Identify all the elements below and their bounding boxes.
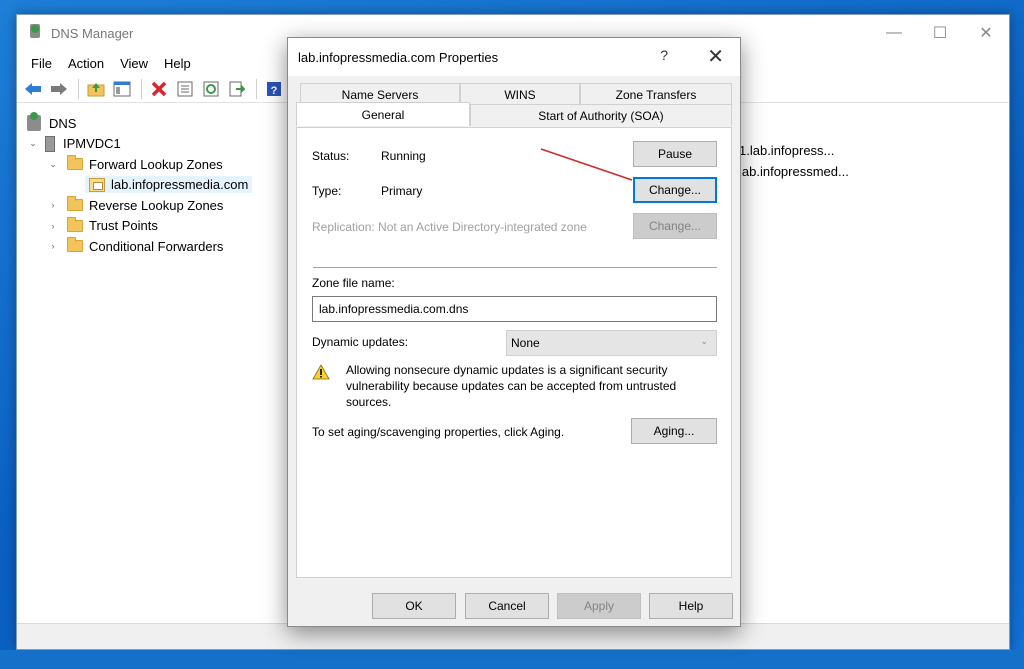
desktop-bottom-strip: [0, 650, 1024, 669]
dialog-title: lab.infopressmedia.com Properties: [298, 49, 499, 65]
tree-item-dns[interactable]: DNS: [17, 112, 287, 134]
zone-file-label: Zone file name:: [312, 276, 395, 290]
general-tab-panel: Status: Running Pause Type: Primary Chan…: [296, 127, 732, 578]
export-list-icon[interactable]: [225, 78, 249, 100]
record-row-1[interactable]: 1.lab.infopress...: [739, 143, 834, 158]
tree-item-forward-lookup-zones[interactable]: ⌄ Forward Lookup Zones: [17, 154, 287, 175]
delete-icon[interactable]: [147, 78, 171, 100]
chevron-down-icon[interactable]: ⌄: [47, 159, 59, 170]
dns-icon: [27, 112, 41, 132]
warning-text: Allowing nonsecure dynamic updates is a …: [346, 363, 677, 409]
dialog-close-icon[interactable]: ✕: [707, 44, 724, 69]
chevron-right-icon[interactable]: ›: [47, 221, 59, 231]
chevron-right-icon[interactable]: ›: [47, 241, 59, 251]
toolbar-separator: [256, 78, 257, 99]
properties-icon[interactable]: [173, 78, 197, 100]
type-label: Type:: [312, 184, 342, 198]
chevron-down-icon[interactable]: ⌄: [27, 138, 39, 149]
replication-change-button[interactable]: Change...: [633, 213, 717, 239]
console-tree: DNS ⌄ IPMVDC1 ⌄ Forward Lookup Zones lab…: [17, 107, 287, 619]
menu-view[interactable]: View: [112, 56, 156, 71]
folder-icon: [67, 196, 83, 212]
tree-label: Reverse Lookup Zones: [89, 197, 224, 213]
dns-manager-app-icon: [27, 24, 43, 42]
forward-arrow-icon[interactable]: [47, 78, 71, 100]
record-row-2[interactable]: lab.infopressmed...: [739, 164, 849, 179]
folder-icon: [67, 155, 83, 171]
apply-button[interactable]: Apply: [557, 593, 641, 619]
tab-soa[interactable]: Start of Authority (SOA): [470, 104, 732, 126]
folder-icon: [67, 216, 83, 232]
cancel-button[interactable]: Cancel: [465, 593, 549, 619]
help-question-icon[interactable]: ?: [660, 47, 668, 63]
help-button[interactable]: Help: [649, 593, 733, 619]
selected-zone[interactable]: lab.infopressmedia.com: [85, 176, 253, 194]
zone-properties-dialog: lab.infopressmedia.com Properties ? ✕ Na…: [287, 37, 741, 627]
aging-text: To set aging/scavenging properties, clic…: [312, 425, 565, 439]
refresh-icon[interactable]: [199, 78, 223, 100]
warning-icon: [312, 364, 330, 380]
minimize-button[interactable]: —: [871, 15, 917, 51]
up-folder-icon[interactable]: [84, 78, 108, 100]
tab-general[interactable]: General: [296, 102, 470, 126]
tree-item-reverse-lookup-zones[interactable]: › Reverse Lookup Zones: [17, 195, 287, 216]
maximize-button[interactable]: ☐: [917, 15, 963, 51]
dialog-title-bar[interactable]: lab.infopressmedia.com Properties ? ✕: [288, 38, 740, 76]
zone-file-input[interactable]: lab.infopressmedia.com.dns: [312, 296, 717, 322]
tree-label: Conditional Forwarders: [89, 238, 224, 254]
tree-item-conditional-forwarders[interactable]: › Conditional Forwarders: [17, 236, 287, 257]
tree-label: IPMVDC1: [63, 136, 121, 152]
tab-zone-transfers[interactable]: Zone Transfers: [580, 83, 732, 105]
tree-item-trust-points[interactable]: › Trust Points: [17, 216, 287, 237]
chevron-right-icon[interactable]: ›: [47, 200, 59, 210]
tree-label: lab.infopressmedia.com: [111, 177, 249, 193]
window-title: DNS Manager: [51, 25, 134, 41]
tree-item-server[interactable]: ⌄ IPMVDC1: [17, 134, 287, 155]
dynamic-updates-select[interactable]: None ⌄: [506, 330, 717, 356]
toolbar-separator: [78, 78, 79, 99]
back-arrow-icon[interactable]: [21, 78, 45, 100]
aging-button[interactable]: Aging...: [631, 418, 717, 444]
dynamic-updates-value: None: [511, 336, 540, 350]
status-value: Running: [381, 149, 426, 163]
show-hide-tree-icon[interactable]: [110, 78, 134, 100]
chevron-down-icon: ⌄: [700, 336, 708, 346]
tree-label: Forward Lookup Zones: [89, 156, 223, 172]
replication-text: Replication: Not an Active Directory-int…: [312, 220, 587, 234]
tab-wins[interactable]: WINS: [460, 83, 580, 105]
menu-action[interactable]: Action: [60, 56, 112, 71]
ok-button[interactable]: OK: [372, 593, 456, 619]
folder-icon: [67, 237, 83, 253]
server-icon: [45, 135, 55, 152]
pause-button[interactable]: Pause: [633, 141, 717, 167]
annotation-arrow: [540, 148, 633, 181]
zone-icon: [89, 177, 105, 192]
type-change-button[interactable]: Change...: [633, 177, 717, 203]
tree-label: DNS: [49, 115, 77, 131]
help-icon[interactable]: ?: [262, 78, 286, 100]
type-value: Primary: [381, 184, 423, 198]
menu-help[interactable]: Help: [156, 56, 199, 71]
dynamic-updates-label: Dynamic updates:: [312, 335, 409, 349]
close-button[interactable]: ✕: [963, 15, 1009, 51]
menu-file[interactable]: File: [23, 56, 60, 71]
tree-label: Trust Points: [89, 218, 158, 234]
toolbar-separator: [141, 78, 142, 99]
svg-text:?: ?: [271, 85, 278, 97]
section-divider: [313, 267, 717, 268]
tree-item-zone[interactable]: lab.infopressmedia.com: [17, 175, 287, 196]
status-label: Status:: [312, 149, 350, 163]
